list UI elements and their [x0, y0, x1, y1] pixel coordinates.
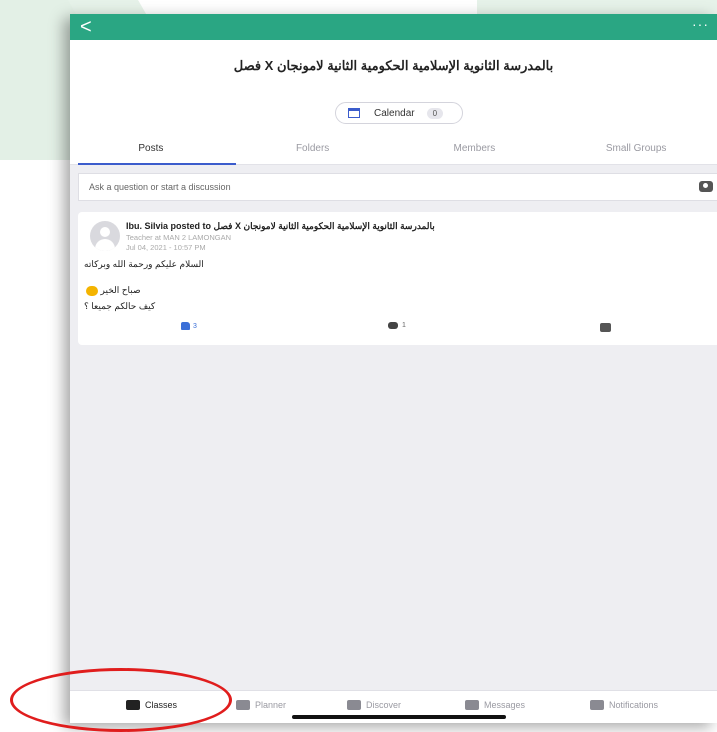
smile-emoji-icon: [86, 285, 98, 296]
avatar[interactable]: [90, 221, 120, 251]
more-options-button[interactable]: ···: [692, 16, 709, 32]
megaphone-icon: [590, 700, 604, 710]
post-text-line: كيف حالكم جميعا ؟: [84, 301, 156, 311]
post-greeting: صباح الخير: [100, 285, 141, 295]
comment-icon: [388, 322, 398, 329]
camera-icon[interactable]: [699, 181, 713, 192]
nav-label: Discover: [366, 700, 402, 710]
nav-planner[interactable]: Planner: [236, 700, 286, 710]
nav-label: Messages: [484, 700, 526, 710]
post-actions: 3 1: [78, 322, 717, 336]
tab-small-groups[interactable]: Small Groups: [555, 134, 717, 164]
home-indicator[interactable]: [292, 715, 506, 719]
calendar-label: Calendar: [374, 107, 415, 119]
calendar-icon: [348, 108, 360, 118]
nav-notifications[interactable]: Notifications: [590, 700, 658, 710]
top-bar: < ···: [70, 14, 717, 40]
post-text-line: السلام عليكم ورحمة الله وبركاته: [84, 259, 204, 269]
calendar-button[interactable]: Calendar 0: [335, 102, 463, 124]
post-card: Ibu. Silvia posted to فصل X بالمدرسة الث…: [78, 212, 717, 345]
thumbs-up-icon: [181, 322, 190, 330]
tab-members[interactable]: Members: [394, 134, 556, 164]
nav-label: Planner: [255, 700, 287, 710]
active-tab-indicator: [78, 163, 236, 165]
calendar-count-badge: 0: [426, 107, 444, 119]
planner-icon: [236, 700, 250, 710]
class-tabs: Posts Folders Members Small Groups: [70, 134, 717, 165]
calendar-check-icon[interactable]: [600, 323, 611, 332]
highlight-circle-annotation: [10, 668, 232, 732]
composer-placeholder: Ask a question or start a discussion: [89, 182, 231, 192]
post-text-line: صباح الخير: [84, 285, 141, 296]
back-button[interactable]: <: [80, 15, 92, 39]
tab-posts[interactable]: Posts: [70, 134, 232, 164]
post-date: Jul 04, 2021 - 10:57 PM: [126, 243, 206, 252]
app-window: < ··· فصل X بالمدرسة الثانوية الإسلامية …: [70, 14, 717, 723]
like-button[interactable]: 3: [181, 322, 197, 330]
nav-discover[interactable]: Discover: [347, 700, 401, 710]
like-count: 3: [193, 322, 197, 330]
tab-folders[interactable]: Folders: [232, 134, 394, 164]
comment-count: 1: [402, 322, 406, 329]
class-title: فصل X بالمدرسة الثانوية الإسلامية الحكوم…: [233, 58, 554, 73]
rocket-icon: [347, 700, 361, 710]
post-author-role: Teacher at MAN 2 LAMONGAN: [126, 233, 232, 242]
class-header: فصل X بالمدرسة الثانوية الإسلامية الحكوم…: [70, 40, 717, 134]
nav-label: Notifications: [609, 700, 659, 710]
post-composer[interactable]: Ask a question or start a discussion: [78, 173, 717, 201]
post-author-line[interactable]: Ibu. Silvia posted to فصل X بالمدرسة الث…: [126, 221, 435, 232]
nav-messages[interactable]: Messages: [465, 700, 525, 710]
message-icon: [465, 700, 479, 710]
comment-button[interactable]: 1: [388, 322, 406, 329]
